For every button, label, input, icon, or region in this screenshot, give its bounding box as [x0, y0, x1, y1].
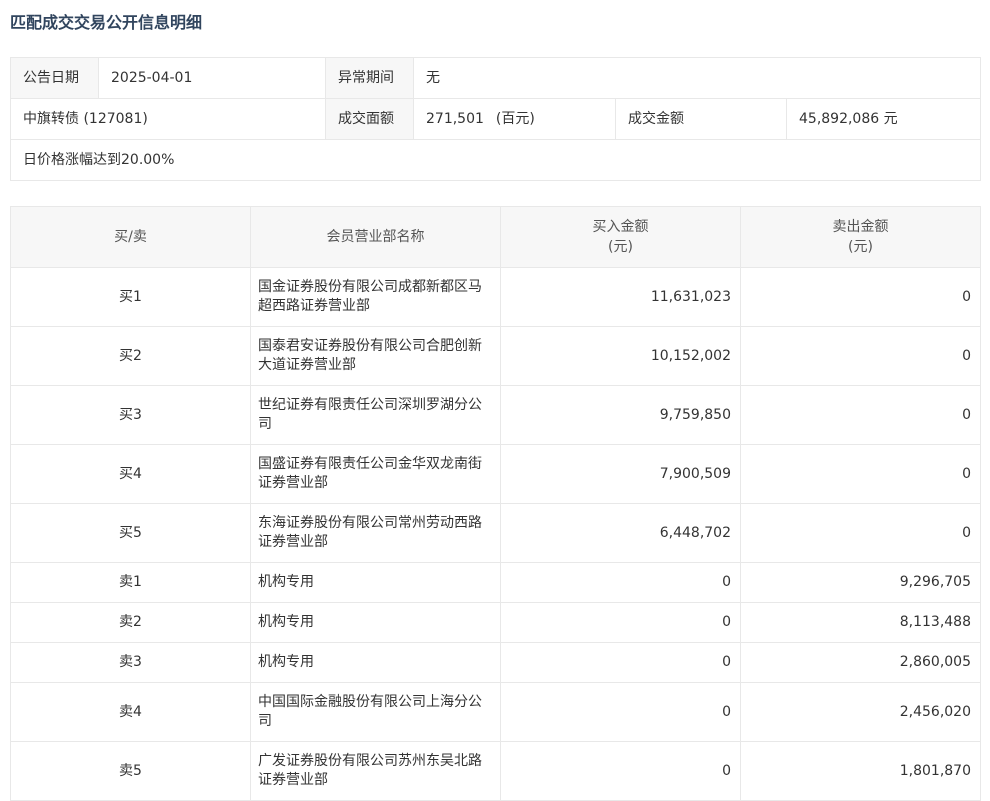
row-side: 买1 [11, 268, 251, 327]
face-amount-value: 271,501 (百元) [414, 99, 616, 140]
summary-row-note: 日价格涨幅达到20.00% [11, 140, 981, 181]
table-row: 买4国盛证券有限责任公司金华双龙南街证券营业部7,900,5090 [11, 445, 981, 504]
face-amount-unit: (百元) [496, 111, 535, 127]
member-name: 中国国际金融股份有限公司上海分公司 [251, 683, 501, 742]
table-row: 卖3机构专用02,860,005 [11, 643, 981, 683]
row-side: 卖5 [11, 742, 251, 801]
sell-amount-header-label: 卖出金额 [746, 217, 975, 237]
trade-amount-label: 成交金额 [616, 99, 787, 140]
member-name: 机构专用 [251, 563, 501, 603]
sell-amount: 0 [741, 504, 981, 563]
row-side: 卖4 [11, 683, 251, 742]
column-header-buy-amount: 买入金额 (元) [501, 207, 741, 268]
buy-amount: 0 [501, 683, 741, 742]
price-change-note: 日价格涨幅达到20.00% [11, 140, 981, 181]
abnormal-period-value: 无 [414, 58, 981, 99]
buy-amount: 9,759,850 [501, 386, 741, 445]
buy-amount: 0 [501, 603, 741, 643]
sell-amount: 9,296,705 [741, 563, 981, 603]
member-name: 世纪证券有限责任公司深圳罗湖分公司 [251, 386, 501, 445]
face-amount-number: 271,501 [426, 111, 484, 127]
summary-table: 公告日期 2025-04-01 异常期间 无 中旗转债 (127081) 成交面… [10, 57, 981, 181]
row-side: 买3 [11, 386, 251, 445]
table-row: 买2国泰君安证券股份有限公司合肥创新大道证券营业部10,152,0020 [11, 327, 981, 386]
table-header: 买/卖 会员营业部名称 买入金额 (元) 卖出金额 (元) [11, 207, 981, 268]
member-name: 机构专用 [251, 603, 501, 643]
buy-amount: 7,900,509 [501, 445, 741, 504]
table-row: 卖2机构专用08,113,488 [11, 603, 981, 643]
summary-row-date: 公告日期 2025-04-01 异常期间 无 [11, 58, 981, 99]
sell-amount: 0 [741, 327, 981, 386]
table-row: 买1国金证券股份有限公司成都新都区马超西路证券营业部11,631,0230 [11, 268, 981, 327]
sell-amount-header-unit: (元) [746, 237, 975, 257]
buy-amount-header-label: 买入金额 [506, 217, 735, 237]
buy-amount-header-unit: (元) [506, 237, 735, 257]
table-row: 买5东海证券股份有限公司常州劳动西路证券营业部6,448,7020 [11, 504, 981, 563]
buy-amount: 10,152,002 [501, 327, 741, 386]
row-side: 卖2 [11, 603, 251, 643]
member-name: 机构专用 [251, 643, 501, 683]
sell-amount: 0 [741, 386, 981, 445]
page: 匹配成交交易公开信息明细 公告日期 2025-04-01 异常期间 无 中旗转债… [0, 13, 990, 801]
table-body: 买1国金证券股份有限公司成都新都区马超西路证券营业部11,631,0230买2国… [11, 268, 981, 801]
table-header-row: 买/卖 会员营业部名称 买入金额 (元) 卖出金额 (元) [11, 207, 981, 268]
summary-row-bond: 中旗转债 (127081) 成交面额 271,501 (百元) 成交金额 45,8… [11, 99, 981, 140]
row-side: 卖3 [11, 643, 251, 683]
row-side: 卖1 [11, 563, 251, 603]
sell-amount: 0 [741, 445, 981, 504]
member-name: 国金证券股份有限公司成都新都区马超西路证券营业部 [251, 268, 501, 327]
announce-date-label: 公告日期 [11, 58, 99, 99]
abnormal-period-label: 异常期间 [326, 58, 414, 99]
table-row: 卖1机构专用09,296,705 [11, 563, 981, 603]
buy-amount: 11,631,023 [501, 268, 741, 327]
table-row: 卖4中国国际金融股份有限公司上海分公司02,456,020 [11, 683, 981, 742]
row-side: 买5 [11, 504, 251, 563]
buy-amount: 0 [501, 643, 741, 683]
buy-amount: 6,448,702 [501, 504, 741, 563]
row-side: 买4 [11, 445, 251, 504]
buy-amount: 0 [501, 742, 741, 801]
page-title: 匹配成交交易公开信息明细 [10, 13, 980, 33]
column-header-member: 会员营业部名称 [251, 207, 501, 268]
sell-amount: 2,860,005 [741, 643, 981, 683]
sell-amount: 2,456,020 [741, 683, 981, 742]
sell-amount: 0 [741, 268, 981, 327]
column-header-side: 买/卖 [11, 207, 251, 268]
member-name: 东海证券股份有限公司常州劳动西路证券营业部 [251, 504, 501, 563]
trade-detail-table: 买/卖 会员营业部名称 买入金额 (元) 卖出金额 (元) 买1国金证券股份有限… [10, 206, 981, 801]
table-row: 卖5广发证券股份有限公司苏州东吴北路证券营业部01,801,870 [11, 742, 981, 801]
buy-amount: 0 [501, 563, 741, 603]
table-row: 买3世纪证券有限责任公司深圳罗湖分公司9,759,8500 [11, 386, 981, 445]
member-name: 国盛证券有限责任公司金华双龙南街证券营业部 [251, 445, 501, 504]
sell-amount: 1,801,870 [741, 742, 981, 801]
bond-name: 中旗转债 (127081) [11, 99, 326, 140]
face-amount-label: 成交面额 [326, 99, 414, 140]
trade-amount-value: 45,892,086 元 [787, 99, 981, 140]
sell-amount: 8,113,488 [741, 603, 981, 643]
member-name: 广发证券股份有限公司苏州东吴北路证券营业部 [251, 742, 501, 801]
member-name: 国泰君安证券股份有限公司合肥创新大道证券营业部 [251, 327, 501, 386]
column-header-sell-amount: 卖出金额 (元) [741, 207, 981, 268]
row-side: 买2 [11, 327, 251, 386]
announce-date-value: 2025-04-01 [99, 58, 326, 99]
